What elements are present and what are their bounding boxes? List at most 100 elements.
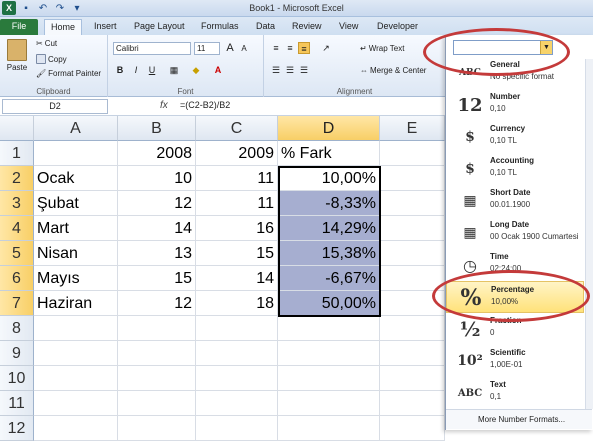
format-number[interactable]: 12 Number 0,10 bbox=[446, 89, 584, 121]
cell-e1[interactable] bbox=[380, 141, 445, 166]
italic-button[interactable]: I bbox=[130, 64, 142, 76]
cell-b8[interactable] bbox=[118, 316, 196, 341]
row-header[interactable]: 11 bbox=[0, 391, 34, 416]
row-header[interactable]: 8 bbox=[0, 316, 34, 341]
font-color-button[interactable]: A bbox=[212, 64, 224, 76]
cell-a3[interactable]: Şubat bbox=[34, 191, 118, 216]
underline-button[interactable]: U bbox=[146, 64, 158, 76]
cell-d1[interactable]: % Fark bbox=[278, 141, 380, 166]
row-header[interactable]: 12 bbox=[0, 416, 34, 441]
cell-a6[interactable]: Mayıs bbox=[34, 266, 118, 291]
cell-c12[interactable] bbox=[196, 416, 278, 441]
cell-b7[interactable]: 12 bbox=[118, 291, 196, 316]
tab-file[interactable]: File bbox=[0, 19, 38, 35]
cell-c6[interactable]: 14 bbox=[196, 266, 278, 291]
row-header[interactable]: 10 bbox=[0, 366, 34, 391]
row-header[interactable]: 7 bbox=[0, 291, 34, 316]
tab-developer[interactable]: Developer bbox=[371, 19, 424, 35]
font-name-combo[interactable]: Calibri bbox=[113, 42, 191, 55]
cell-a5[interactable]: Nisan bbox=[34, 241, 118, 266]
cell-a12[interactable] bbox=[34, 416, 118, 441]
align-center-icon[interactable]: ☰ bbox=[284, 64, 296, 76]
cell-c3[interactable]: 11 bbox=[196, 191, 278, 216]
cell-d3[interactable]: -8,33% bbox=[278, 191, 380, 216]
fx-icon[interactable]: fx bbox=[160, 100, 168, 111]
cell-c7[interactable]: 18 bbox=[196, 291, 278, 316]
cell-b1[interactable]: 2008 bbox=[118, 141, 196, 166]
format-short-date[interactable]: ▦ Short Date 00.01.1900 bbox=[446, 185, 584, 217]
cell-b6[interactable]: 15 bbox=[118, 266, 196, 291]
cell-b10[interactable] bbox=[118, 366, 196, 391]
cell-c9[interactable] bbox=[196, 341, 278, 366]
grow-font-button[interactable]: A bbox=[224, 42, 236, 54]
cell-e10[interactable] bbox=[380, 366, 445, 391]
cell-c8[interactable] bbox=[196, 316, 278, 341]
format-time[interactable]: ◷ Time 02:24:00 bbox=[446, 249, 584, 281]
cell-d7[interactable]: 50,00% bbox=[278, 291, 380, 316]
cell-b11[interactable] bbox=[118, 391, 196, 416]
dropdown-scrollbar[interactable] bbox=[585, 59, 593, 409]
column-header-e[interactable]: E bbox=[380, 116, 445, 141]
align-left-icon[interactable]: ☰ bbox=[270, 64, 282, 76]
cell-b3[interactable]: 12 bbox=[118, 191, 196, 216]
cell-a8[interactable] bbox=[34, 316, 118, 341]
bold-button[interactable]: B bbox=[114, 64, 126, 76]
format-fraction[interactable]: ½ Fraction 0 bbox=[446, 313, 584, 345]
tab-data[interactable]: Data bbox=[250, 19, 281, 35]
format-general[interactable]: ABC General No specific format bbox=[446, 57, 584, 89]
cell-d2[interactable]: 10,00% bbox=[278, 166, 380, 191]
column-header-d[interactable]: D bbox=[278, 116, 380, 141]
tab-view[interactable]: View bbox=[333, 19, 364, 35]
cell-d9[interactable] bbox=[278, 341, 380, 366]
align-right-icon[interactable]: ☰ bbox=[298, 64, 310, 76]
tab-home[interactable]: Home bbox=[44, 19, 83, 35]
cell-a7[interactable]: Haziran bbox=[34, 291, 118, 316]
row-header[interactable]: 9 bbox=[0, 341, 34, 366]
column-header-a[interactable]: A bbox=[34, 116, 118, 141]
cell-c2[interactable]: 11 bbox=[196, 166, 278, 191]
cell-c5[interactable]: 15 bbox=[196, 241, 278, 266]
row-header[interactable]: 5 bbox=[0, 241, 34, 266]
format-long-date[interactable]: ▦ Long Date 00 Ocak 1900 Cumartesi bbox=[446, 217, 584, 249]
cell-b12[interactable] bbox=[118, 416, 196, 441]
cut-button[interactable]: ✂ Cut bbox=[36, 39, 57, 48]
cell-d4[interactable]: 14,29% bbox=[278, 216, 380, 241]
cell-e11[interactable] bbox=[380, 391, 445, 416]
align-top-icon[interactable]: ≡ bbox=[270, 42, 282, 54]
select-all-corner[interactable] bbox=[0, 116, 34, 141]
cell-a10[interactable] bbox=[34, 366, 118, 391]
cell-e12[interactable] bbox=[380, 416, 445, 441]
merge-center-button[interactable]: ⇔ Merge & Center bbox=[360, 66, 426, 75]
cell-a2[interactable]: Ocak bbox=[34, 166, 118, 191]
cell-d10[interactable] bbox=[278, 366, 380, 391]
row-header[interactable]: 6 bbox=[0, 266, 34, 291]
format-text[interactable]: ABC Text 0,1 bbox=[446, 377, 584, 409]
paste-button[interactable]: Paste bbox=[4, 39, 30, 72]
cell-e8[interactable] bbox=[380, 316, 445, 341]
cell-d8[interactable] bbox=[278, 316, 380, 341]
cell-d5[interactable]: 15,38% bbox=[278, 241, 380, 266]
number-format-combo[interactable]: ▼ bbox=[453, 40, 553, 55]
cell-e6[interactable] bbox=[380, 266, 445, 291]
orientation-icon[interactable]: ↗ bbox=[320, 42, 332, 54]
cell-e3[interactable] bbox=[380, 191, 445, 216]
format-scientific[interactable]: 10² Scientific 1,00E-01 bbox=[446, 345, 584, 377]
cell-d11[interactable] bbox=[278, 391, 380, 416]
cell-e7[interactable] bbox=[380, 291, 445, 316]
dropdown-arrow-icon[interactable]: ▼ bbox=[540, 41, 552, 54]
name-box[interactable]: D2 bbox=[2, 99, 108, 114]
cell-d6[interactable]: -6,67% bbox=[278, 266, 380, 291]
column-header-c[interactable]: C bbox=[196, 116, 278, 141]
copy-button[interactable]: Copy bbox=[36, 54, 67, 64]
format-percentage[interactable]: % Percentage 10,00% bbox=[446, 281, 584, 313]
cell-b4[interactable]: 14 bbox=[118, 216, 196, 241]
cell-b2[interactable]: 10 bbox=[118, 166, 196, 191]
tab-page-layout[interactable]: Page Layout bbox=[128, 19, 191, 35]
cell-e5[interactable] bbox=[380, 241, 445, 266]
cell-c4[interactable]: 16 bbox=[196, 216, 278, 241]
formula-input[interactable]: =(C2-B2)/B2 bbox=[180, 100, 230, 110]
align-bottom-icon[interactable]: ≡ bbox=[298, 42, 310, 54]
shrink-font-button[interactable]: A bbox=[238, 43, 250, 55]
cell-e4[interactable] bbox=[380, 216, 445, 241]
cell-a1[interactable] bbox=[34, 141, 118, 166]
